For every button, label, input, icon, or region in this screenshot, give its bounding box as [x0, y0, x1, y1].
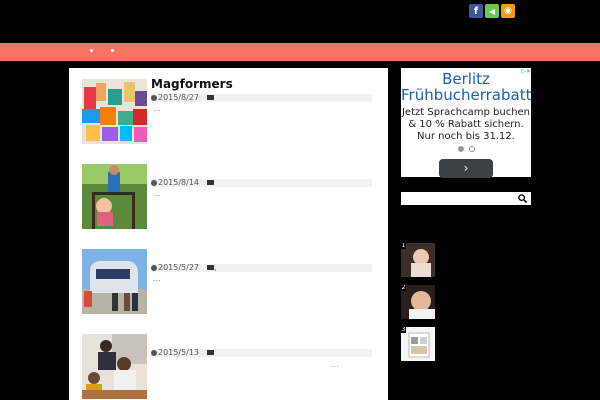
- ad-title-line-2[interactable]: Frühbucherrabatt: [401, 87, 531, 103]
- popular-post-item[interactable]: 2: [401, 285, 435, 319]
- post-thumbnail[interactable]: [82, 334, 147, 399]
- folder-icon: [207, 265, 215, 270]
- feedly-icon[interactable]: ◀: [485, 4, 499, 18]
- post-meta: 2015/5/27,: [151, 264, 372, 272]
- baby-image: [401, 243, 435, 277]
- nav-item-bullet[interactable]: [90, 49, 93, 52]
- nav-bar: [0, 43, 600, 61]
- post-meta: 2015/8/27: [151, 94, 372, 102]
- rank-badge: 3: [401, 327, 406, 333]
- post-title[interactable]: Magformers: [151, 77, 233, 91]
- post-date: 2015/8/14: [158, 178, 200, 187]
- ad-choices-icon[interactable]: ▷✕: [521, 68, 531, 75]
- search-box: [401, 192, 531, 205]
- baby-face-image: [401, 285, 435, 319]
- rank-badge: 1: [401, 243, 406, 249]
- toy-kitchen-image: [401, 327, 435, 361]
- advertisement[interactable]: ▷✕ Berlitz Frühbucherrabatt Jetzt Sprach…: [401, 68, 531, 178]
- rank-badge: 2: [401, 285, 406, 291]
- post-excerpt: ...: [153, 104, 161, 113]
- facebook-icon[interactable]: f: [469, 4, 483, 18]
- post-date: 2015/5/13: [158, 348, 200, 357]
- ad-text: Jetzt Sprachcamp buchen & 10 % Rabatt si…: [401, 107, 531, 143]
- ad-text-line-1: Jetzt Sprachcamp buchen: [401, 107, 531, 118]
- post-thumbnail[interactable]: [82, 164, 147, 229]
- popular-post-item[interactable]: 3: [401, 327, 435, 361]
- kids-classroom-image: [82, 334, 147, 399]
- clock-icon: [151, 264, 157, 271]
- post-date: 2015/8/27: [158, 93, 200, 102]
- ad-next-button[interactable]: ›: [439, 159, 493, 178]
- popular-post-item[interactable]: 1: [401, 243, 435, 277]
- clock-icon: [151, 349, 157, 356]
- search-input[interactable]: [401, 193, 517, 204]
- food-truck-image: [82, 249, 147, 314]
- rss-icon[interactable]: ◉: [501, 4, 515, 18]
- social-links: f ◀ ◉: [469, 4, 515, 18]
- post-date: 2015/5/27: [158, 263, 200, 272]
- ad-text-line-2: & 10 % Rabatt sichern.: [408, 119, 524, 130]
- search-icon[interactable]: [517, 194, 527, 204]
- toy-blocks-image: [82, 79, 147, 144]
- post-meta: 2015/5/13: [151, 349, 372, 357]
- post-thumbnail[interactable]: [82, 79, 147, 144]
- post-meta: 2015/8/14: [151, 179, 372, 187]
- folder-icon: [207, 350, 215, 355]
- post-thumbnail[interactable]: [82, 249, 147, 314]
- folder-icon: [207, 95, 215, 100]
- ad-page-dot[interactable]: [468, 146, 475, 152]
- ad-text-line-3: Nur noch bis 31.12.: [417, 131, 515, 142]
- ad-title[interactable]: Berlitz Frühbucherrabatt: [401, 71, 531, 103]
- clock-icon: [151, 94, 157, 101]
- ad-pagination: [401, 146, 531, 152]
- category-separator: ,: [214, 263, 217, 272]
- post-excerpt: ...: [153, 274, 161, 283]
- post-list: Magformers 2015/8/27 ... 2015/8/14 ... 2…: [69, 68, 388, 400]
- clock-icon: [151, 179, 157, 186]
- folder-icon: [207, 180, 215, 185]
- ad-page-dot[interactable]: [457, 146, 464, 152]
- nav-item-bullet[interactable]: [111, 49, 114, 52]
- ad-title-line-1[interactable]: Berlitz: [401, 71, 531, 87]
- post-excerpt: ...: [331, 360, 339, 369]
- post-excerpt: ...: [153, 189, 161, 198]
- child-swing-image: [82, 164, 147, 229]
